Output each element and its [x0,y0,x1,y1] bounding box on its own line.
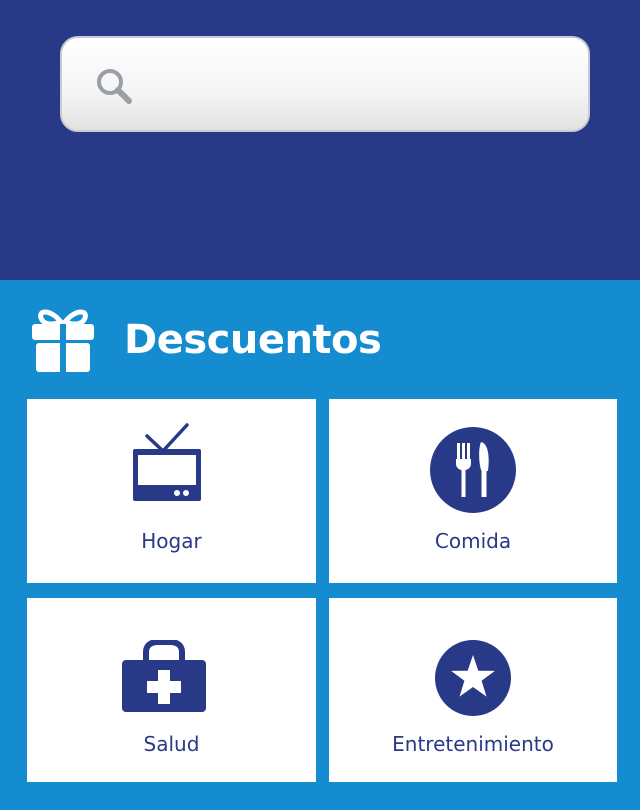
search-bar[interactable] [60,36,590,132]
search-input[interactable] [148,58,568,112]
tile-label: Entretenimiento [392,732,554,756]
header-area [0,0,640,280]
discounts-section: Descuentos Hogar Comida Salud Entretenim… [0,280,640,810]
category-tile-comida[interactable]: Comida [329,399,617,583]
tile-label: Salud [143,732,200,756]
fork-spoon-icon [430,427,516,513]
search-icon [97,69,132,104]
tile-label: Hogar [141,529,202,553]
gift-icon [32,309,94,372]
section-title: Descuentos [124,317,382,363]
tv-icon [133,423,201,501]
medical-kit-icon [122,640,206,712]
star-icon [435,640,511,716]
category-tile-salud[interactable]: Salud [27,598,316,782]
category-tile-hogar[interactable]: Hogar [27,399,316,583]
category-tile-entretenimiento[interactable]: Entretenimiento [329,598,617,782]
tile-label: Comida [434,529,512,553]
